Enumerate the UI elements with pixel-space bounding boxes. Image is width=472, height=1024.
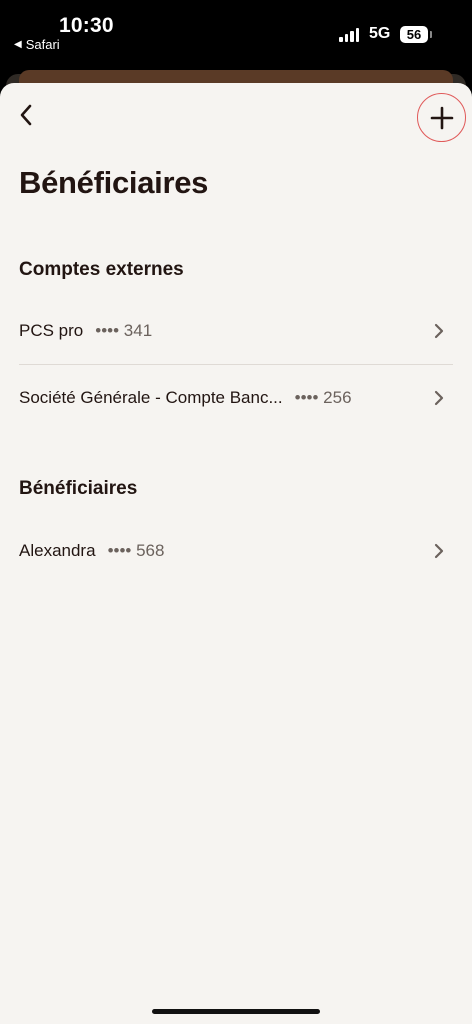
account-number-masked: •••• 341 xyxy=(95,321,153,340)
back-button[interactable] xyxy=(14,100,42,130)
chevron-right-icon xyxy=(434,543,444,559)
chevron-left-icon xyxy=(20,104,32,126)
divider xyxy=(19,364,453,365)
chevron-right-icon xyxy=(434,390,444,406)
list-item[interactable]: Société Générale - Compte Banc... •••• 2… xyxy=(19,368,453,428)
status-bar: 10:30 ◀ Safari 5G 56 xyxy=(0,0,472,70)
network-label: 5G xyxy=(369,25,391,42)
account-number-masked: •••• 568 xyxy=(107,541,165,560)
home-indicator[interactable] xyxy=(152,1009,320,1014)
back-to-app-link[interactable]: ◀ Safari xyxy=(14,37,60,52)
plus-icon xyxy=(430,106,453,129)
account-number-masked: •••• 256 xyxy=(294,388,352,407)
status-time: 10:30 xyxy=(59,14,114,37)
back-app-label: Safari xyxy=(25,37,60,52)
beneficiaries-sheet: Bénéficiaires Comptes externes PCS pro •… xyxy=(0,83,472,1024)
section-title-external-accounts: Comptes externes xyxy=(19,259,184,280)
page-title: Bénéficiaires xyxy=(19,165,209,200)
signal-icon xyxy=(339,28,359,42)
list-item[interactable]: PCS pro •••• 341 xyxy=(19,301,453,361)
account-name: Société Générale - Compte Banc... xyxy=(19,388,283,407)
account-name: PCS pro xyxy=(19,321,84,340)
section-title-beneficiaries: Bénéficiaires xyxy=(19,478,138,499)
chevron-right-icon xyxy=(434,323,444,339)
beneficiary-name: Alexandra xyxy=(19,541,96,560)
back-triangle-icon: ◀ xyxy=(14,39,22,50)
add-beneficiary-button[interactable] xyxy=(417,93,466,142)
battery-tip xyxy=(430,31,432,38)
list-item[interactable]: Alexandra •••• 568 xyxy=(19,521,453,581)
battery-icon: 56 xyxy=(400,26,428,43)
